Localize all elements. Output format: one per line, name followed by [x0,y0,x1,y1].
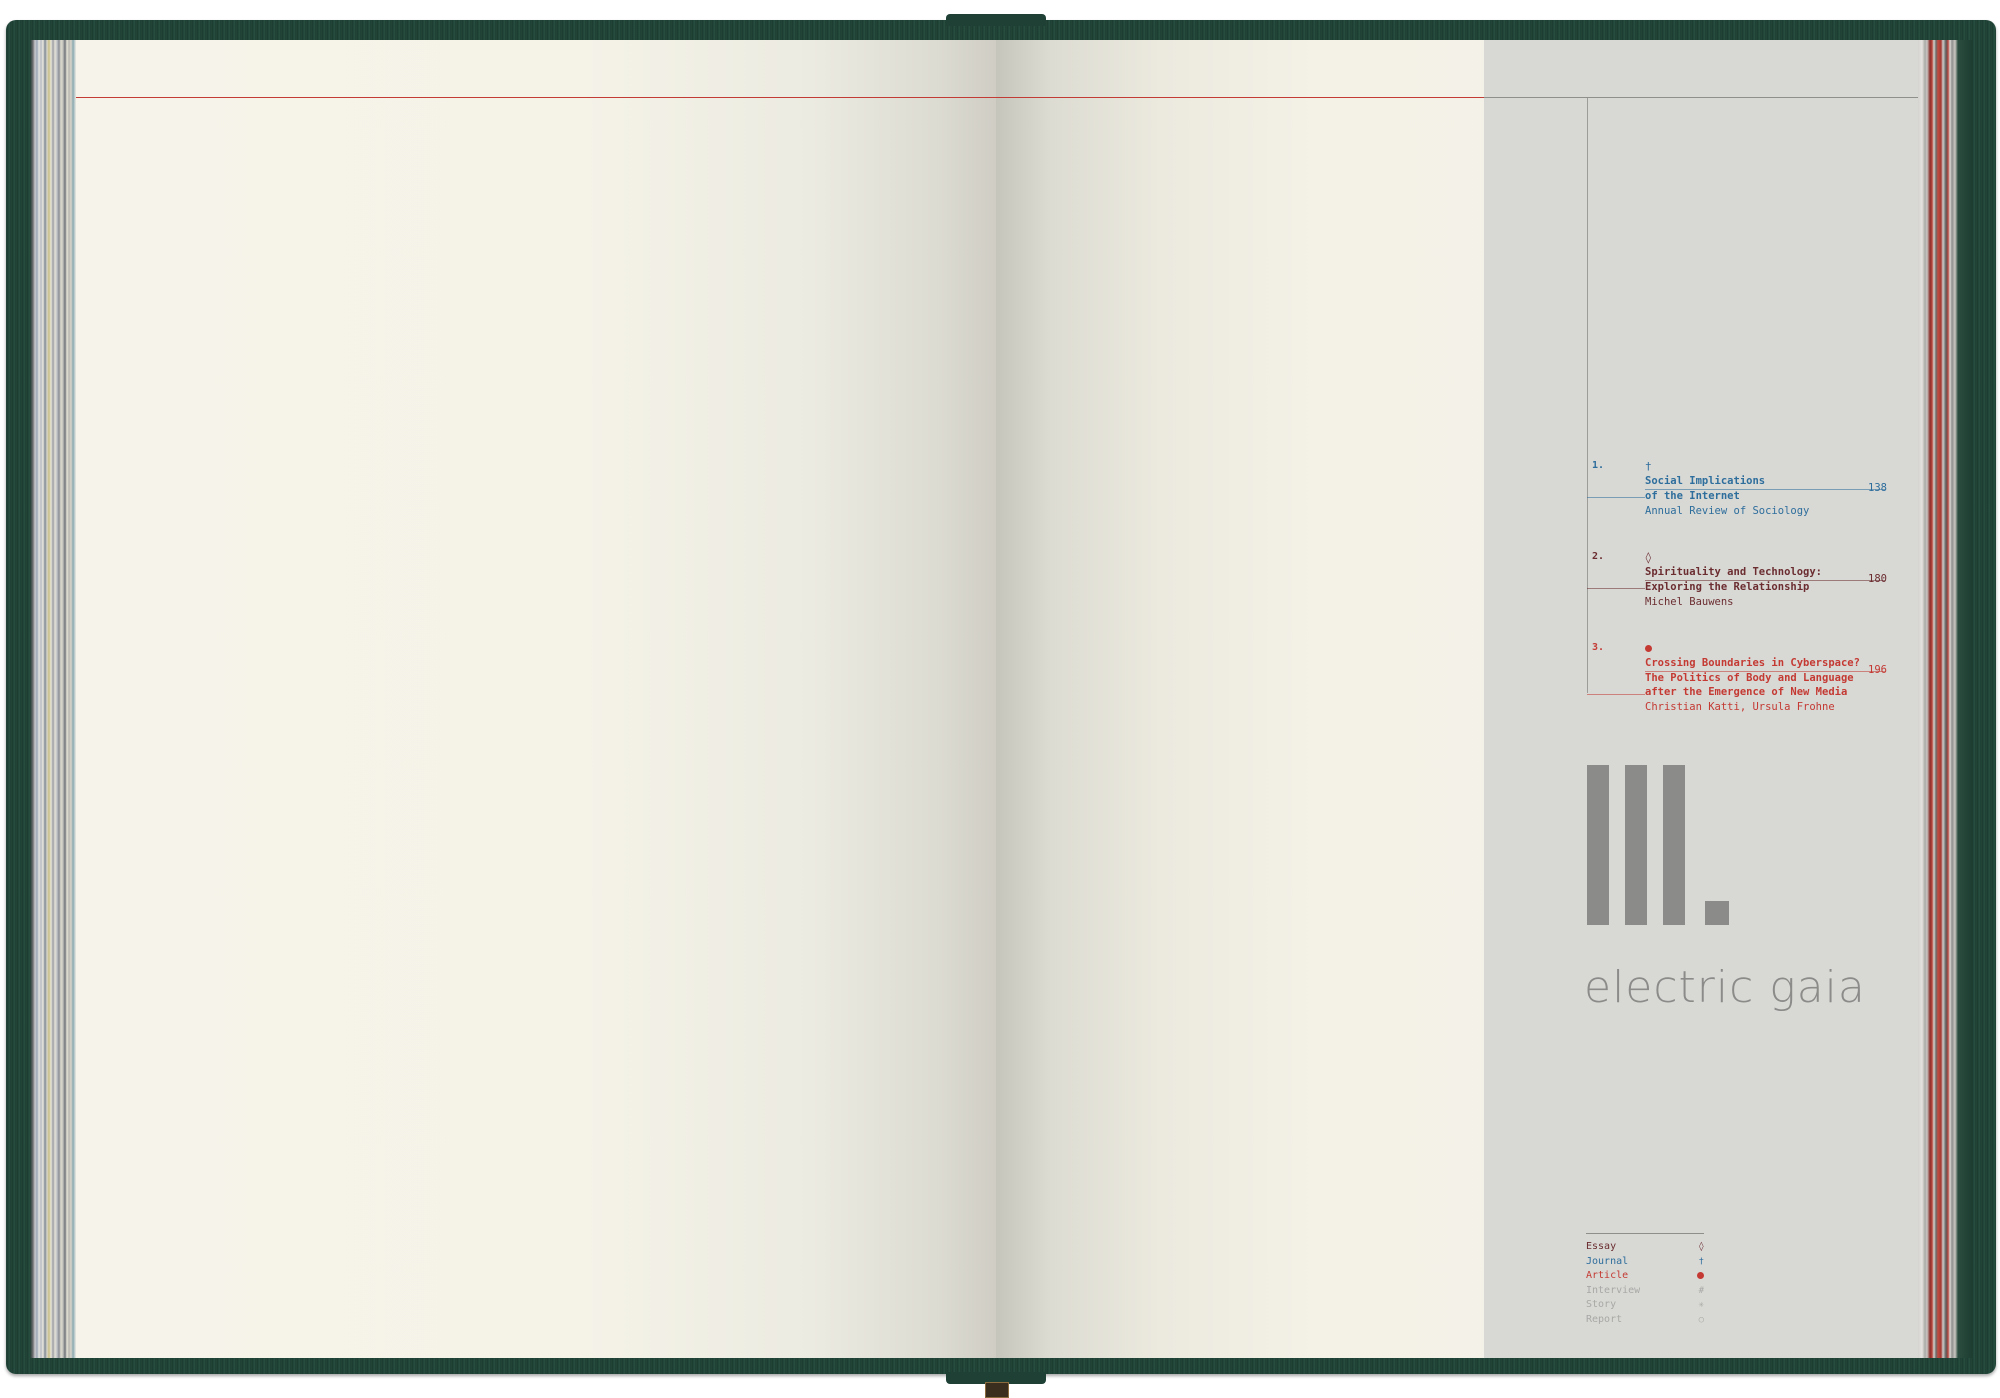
entry-title-line: of the Internet [1645,489,1740,502]
legend-item-journal: Journal † [1586,1255,1704,1270]
entry-title-line: Exploring the Relationship [1645,580,1810,593]
section-numeral-iii [1587,765,1729,925]
entry-author: Christian Katti, Ursula Frohne [1645,701,1835,713]
journal-dagger-icon: † [1698,1256,1704,1267]
right-page-edges [1918,40,1972,1358]
header-rule [996,97,1484,98]
entry-title-line: The Politics of Body and Language [1645,671,1854,684]
legend-label: Article [1586,1270,1629,1282]
leader-line [1587,588,1645,589]
legend-item-report: Report ○ [1586,1313,1704,1328]
entry-title: Crossing Boundaries in Cyberspace? The P… [1645,656,1885,700]
left-page-edges [30,40,78,1358]
entry-author: Michel Bauwens [1645,596,1734,608]
report-circle-icon: ○ [1698,1314,1704,1325]
interview-hash-icon: # [1698,1285,1704,1296]
legend-rule [1586,1233,1704,1234]
story-asterisk-icon: ✳ [1698,1300,1704,1311]
legend-item-article: Article [1586,1269,1704,1284]
leader-line [1587,694,1645,695]
leader-line [1587,497,1645,498]
right-page: 1. † Social Implications of the Internet… [996,40,1918,1358]
legend-item-story: Story ✳ [1586,1298,1704,1313]
legend-label: Essay [1586,1241,1617,1252]
entry-page-number: 138 [1868,482,1887,494]
article-dot-icon [1645,642,1652,656]
entry-title-line: after the Emergence of New Media [1645,686,1848,699]
legend-item-essay: Essay ◊ [1586,1240,1704,1255]
entry-title-line: Social Implications [1645,475,1766,487]
legend-label: Journal [1586,1255,1629,1267]
legend: Essay ◊ Journal † Article Interview # St… [1586,1233,1704,1328]
legend-label: Story [1586,1299,1617,1311]
entry-title-line: Crossing Boundaries in Cyberspace? [1645,657,1860,669]
legend-label: Interview [1586,1284,1641,1296]
article-dot-icon [1697,1269,1704,1284]
essay-lozenge-icon: ◊ [1698,1242,1704,1252]
entry-number: 3. [1592,642,1605,653]
left-page [76,40,996,1358]
section-title: electric gaia [1584,962,1866,1013]
legend-label: Report [1586,1313,1623,1325]
entry-number: 2. [1592,551,1605,562]
entry-title-line: Spirituality and Technology: [1645,566,1823,578]
panel-header-rule [1484,97,1918,98]
leader-line [1645,580,1885,581]
header-rule [76,97,996,98]
leader-line [1645,671,1885,672]
journal-dagger-icon: † [1645,460,1652,473]
essay-lozenge-icon: ◊ [1645,551,1652,564]
cover-top-tab [946,14,1046,26]
contents-vertical-rule [1587,98,1588,693]
entry-page-number: 196 [1868,664,1887,676]
entry-page-number: 180 [1868,573,1887,585]
entry-number: 1. [1592,460,1605,471]
legend-item-interview: Interview # [1586,1284,1704,1299]
bookmark-ribbon-end [985,1382,1009,1398]
leader-line [1645,489,1885,490]
entry-author: Annual Review of Sociology [1645,505,1810,517]
